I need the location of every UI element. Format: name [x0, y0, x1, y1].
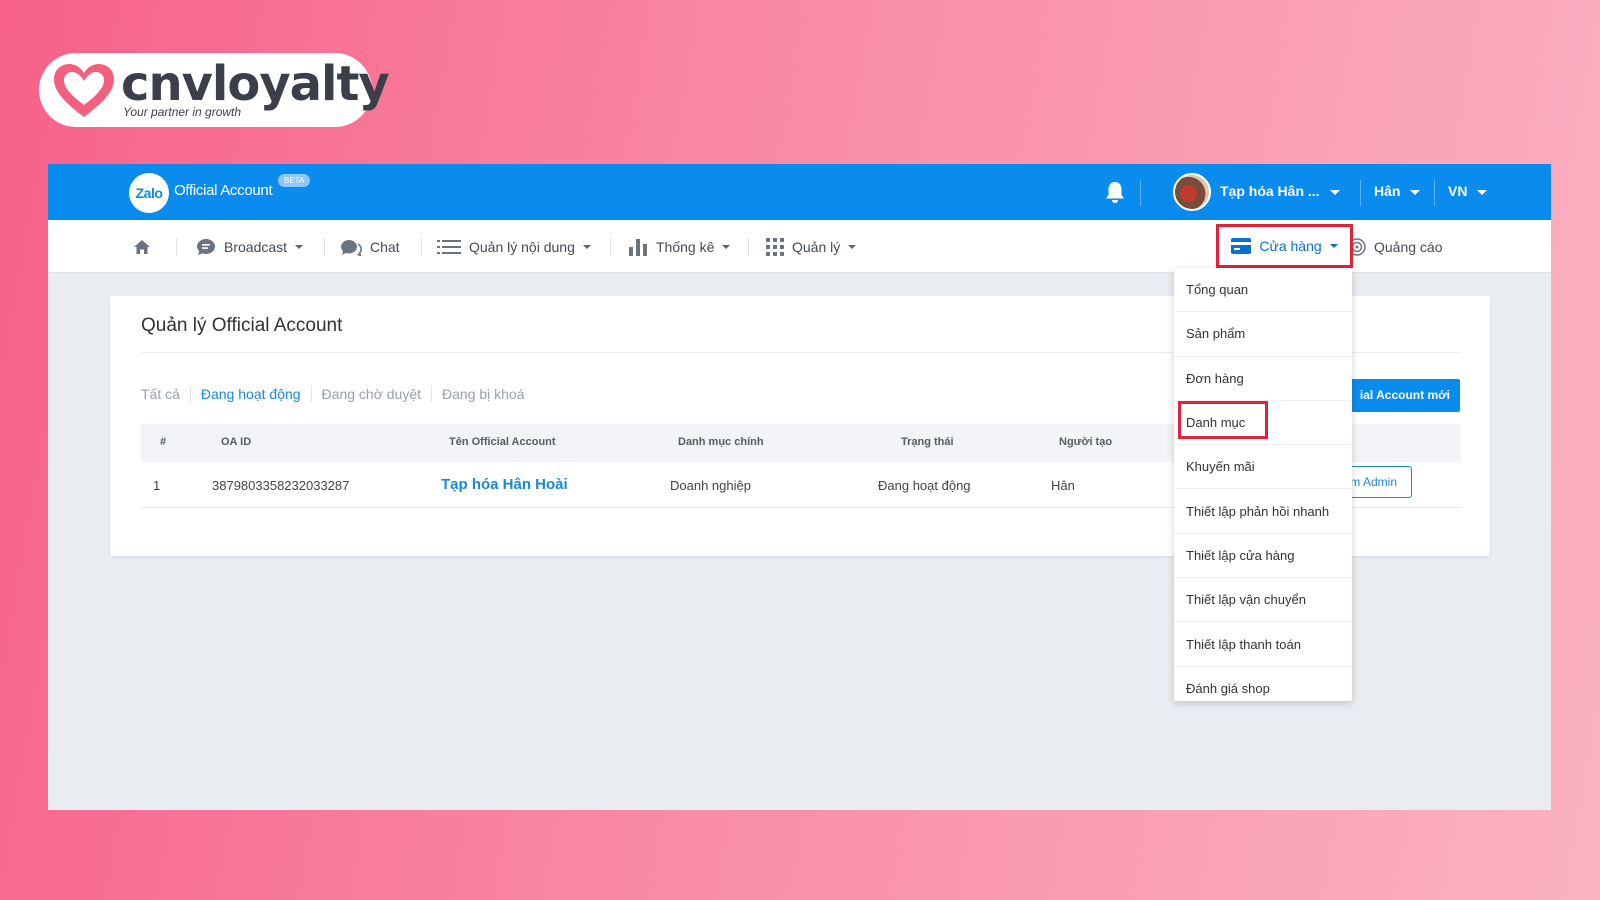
chevron-down-icon	[722, 244, 731, 249]
row-index: 1	[153, 478, 161, 493]
row-category: Doanh nghiệp	[670, 478, 751, 493]
filter-all[interactable]: Tất cả	[141, 386, 190, 402]
page-title: Quản lý Official Account	[141, 315, 343, 336]
col-creator: Người tạo	[1059, 436, 1113, 448]
nav-broadcast-label: Broadcast	[224, 238, 288, 255]
chevron-down-icon	[295, 244, 304, 249]
user-menu[interactable]: Hân	[1374, 183, 1421, 199]
filter-active[interactable]: Đang hoạt động	[189, 386, 311, 402]
list-icon	[437, 239, 461, 254]
col-oa-id: OA ID	[221, 436, 252, 448]
chat-bubble-icon	[197, 238, 215, 255]
user-name: Hân	[1374, 183, 1401, 199]
bell-icon[interactable]	[1104, 180, 1126, 204]
chevron-down-icon	[1477, 189, 1488, 195]
bar-chart-icon	[629, 238, 647, 256]
brand-badge: cnvloyalty Your partner in growth	[39, 53, 390, 127]
row-creator: Hân	[1051, 478, 1075, 493]
topbar-divider	[1360, 180, 1361, 206]
menu-item-quick-reply-settings[interactable]: Thiết lập phản hồi nhanh	[1174, 489, 1352, 534]
language-selector[interactable]: VN	[1448, 183, 1488, 199]
menu-item-shop-reviews[interactable]: Đánh giá shop	[1174, 667, 1352, 711]
home-icon	[134, 239, 150, 254]
col-name: Tên Official Account	[449, 436, 556, 448]
nav-management[interactable]: Quản lý	[766, 220, 857, 273]
nav-store-button[interactable]: Cửa hàng	[1216, 224, 1353, 268]
nav-divider	[610, 238, 611, 256]
chevron-down-icon	[1329, 189, 1340, 195]
col-status: Trạng thái	[901, 436, 954, 448]
filter-locked[interactable]: Đang bị khoá	[431, 386, 535, 402]
col-index: #	[160, 436, 167, 448]
chevron-down-icon	[582, 244, 591, 249]
nav-chat[interactable]: Chat	[340, 220, 400, 273]
language-label: VN	[1448, 183, 1468, 199]
beta-badge: BETA	[278, 174, 311, 187]
zalo-logo[interactable]: Zalo	[129, 173, 169, 213]
chevron-down-icon	[1410, 189, 1421, 195]
store-card-icon	[1231, 238, 1252, 254]
app-title: Official Account	[174, 182, 273, 199]
nav-statistics-label: Thống kê	[656, 238, 715, 255]
nav-ads-label: Quảng cáo	[1374, 238, 1443, 255]
menu-item-promotions[interactable]: Khuyến mãi	[1174, 445, 1352, 490]
filter-pending[interactable]: Đang chờ duyệt	[310, 386, 431, 402]
nav-home[interactable]	[133, 220, 159, 273]
brand-wordmark: cnvloyalty	[121, 56, 390, 112]
menu-item-store-settings[interactable]: Thiết lập cửa hàng	[1174, 534, 1352, 579]
row-oa-id: 3879803358232033287	[212, 478, 350, 493]
store-dropdown-menu: Tổng quan Sản phẩm Đơn hàng Danh mục Khu…	[1174, 268, 1352, 701]
nav-ads[interactable]: Quảng cáo	[1348, 220, 1443, 273]
nav-content-label: Quản lý nội dung	[469, 238, 575, 255]
nav-divider	[748, 238, 749, 256]
nav-statistics[interactable]: Thống kê	[628, 220, 731, 273]
account-switcher[interactable]: Tạp hóa Hân ...	[1220, 183, 1340, 199]
menu-item-shipping-settings[interactable]: Thiết lập vận chuyển	[1174, 578, 1352, 623]
top-bar: Zalo Official Account BETA Tạp hóa Hân .…	[48, 164, 1551, 220]
menu-item-overview[interactable]: Tổng quan	[1174, 268, 1352, 313]
menu-item-products[interactable]: Sản phẩm	[1174, 312, 1352, 357]
nav-divider	[421, 238, 422, 256]
row-status: Đang hoạt động	[878, 478, 971, 493]
app-window: Zalo Official Account BETA Tạp hóa Hân .…	[48, 164, 1551, 810]
nav-management-label: Quản lý	[792, 238, 841, 255]
nav-broadcast[interactable]: Broadcast	[196, 220, 304, 273]
chat-icon	[341, 239, 362, 256]
menu-item-categories[interactable]: Danh mục	[1174, 401, 1352, 446]
topbar-divider	[1140, 180, 1141, 206]
grid-icon	[766, 237, 784, 256]
nav-store-label: Cửa hàng	[1259, 238, 1322, 254]
shop-avatar[interactable]	[1173, 173, 1211, 211]
nav-chat-label: Chat	[370, 238, 400, 255]
nav-divider	[324, 238, 325, 256]
chevron-down-icon	[848, 244, 857, 249]
col-category: Danh mục chính	[678, 436, 764, 448]
brand-tagline: Your partner in growth	[123, 105, 242, 119]
menu-item-orders[interactable]: Đơn hàng	[1174, 357, 1352, 401]
status-filters: Tất cả Đang hoạt động Đang chờ duyệt Đan…	[141, 386, 535, 402]
row-oa-name-link[interactable]: Tạp hóa Hân Hoài	[441, 476, 568, 493]
nav-content-management[interactable]: Quản lý nội dung	[437, 220, 591, 273]
chevron-down-icon	[1329, 244, 1338, 248]
nav-divider	[176, 238, 177, 256]
topbar-divider	[1434, 180, 1435, 206]
menu-item-payment-settings[interactable]: Thiết lập thanh toán	[1174, 622, 1352, 667]
heart-logo-icon	[54, 64, 114, 117]
account-name: Tạp hóa Hân ...	[1220, 183, 1320, 199]
